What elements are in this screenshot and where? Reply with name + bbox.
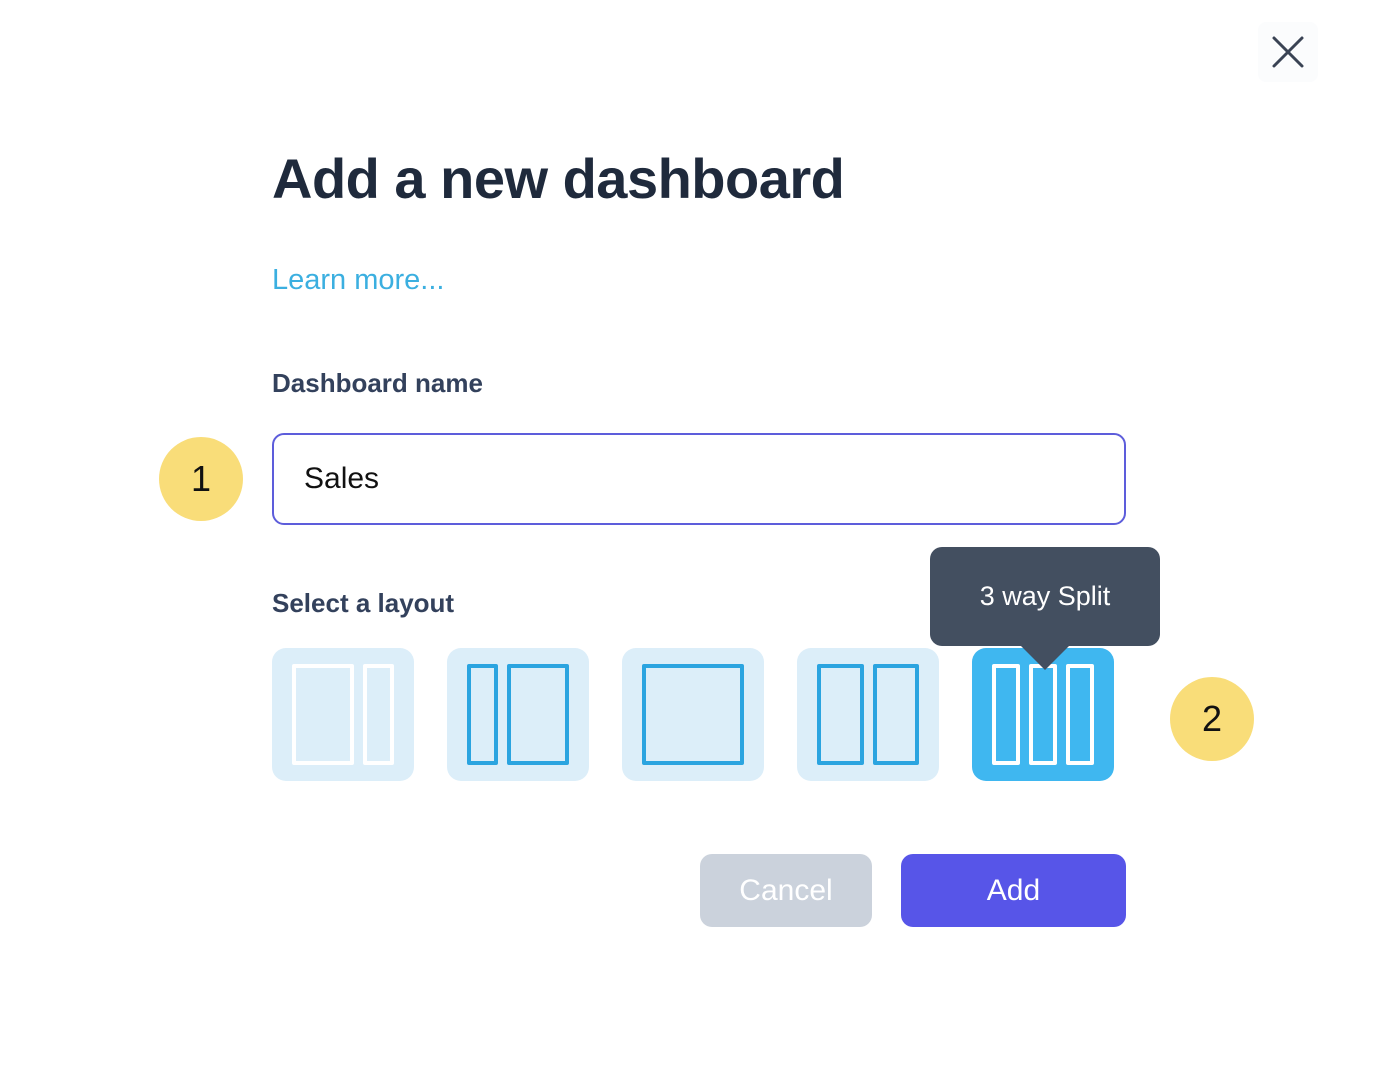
layout-tile-single-pane[interactable] (622, 648, 764, 781)
cancel-button[interactable]: Cancel (700, 854, 872, 927)
step-badge-1-label: 1 (190, 458, 212, 499)
page-title: Add a new dashboard (272, 147, 845, 210)
layout-pane (872, 664, 919, 765)
step-badge-1: 1 (159, 437, 243, 521)
dashboard-name-input[interactable] (272, 433, 1126, 525)
dashboard-name-label: Dashboard name (272, 368, 483, 398)
layout-options (272, 648, 1114, 781)
close-button[interactable] (1258, 22, 1318, 82)
layout-tooltip-label: 3 way Split (979, 581, 1111, 611)
layout-pane (363, 664, 394, 765)
select-layout-label: Select a layout (272, 588, 455, 618)
layout-pane (1066, 664, 1094, 765)
step-badge-2: 2 (1170, 677, 1254, 761)
layout-pane (467, 664, 498, 765)
layout-pane (292, 664, 355, 765)
layout-pane (817, 664, 864, 765)
layout-tile-main-with-sidebar[interactable] (272, 648, 414, 781)
layout-pane (642, 664, 744, 765)
tooltip-arrow-icon (1019, 644, 1071, 670)
layout-tooltip: 3 way Split (930, 547, 1160, 670)
close-icon (1271, 35, 1305, 69)
step-badge-2-label: 2 (1201, 698, 1223, 739)
learn-more-link[interactable]: Learn more... (272, 264, 444, 297)
layout-pane (1029, 664, 1057, 765)
layout-tile-sidebar-with-main[interactable] (447, 648, 589, 781)
layout-pane (506, 664, 569, 765)
layout-pane (992, 664, 1020, 765)
add-button[interactable]: Add (901, 854, 1126, 927)
layout-tile-2-way-split[interactable] (797, 648, 939, 781)
